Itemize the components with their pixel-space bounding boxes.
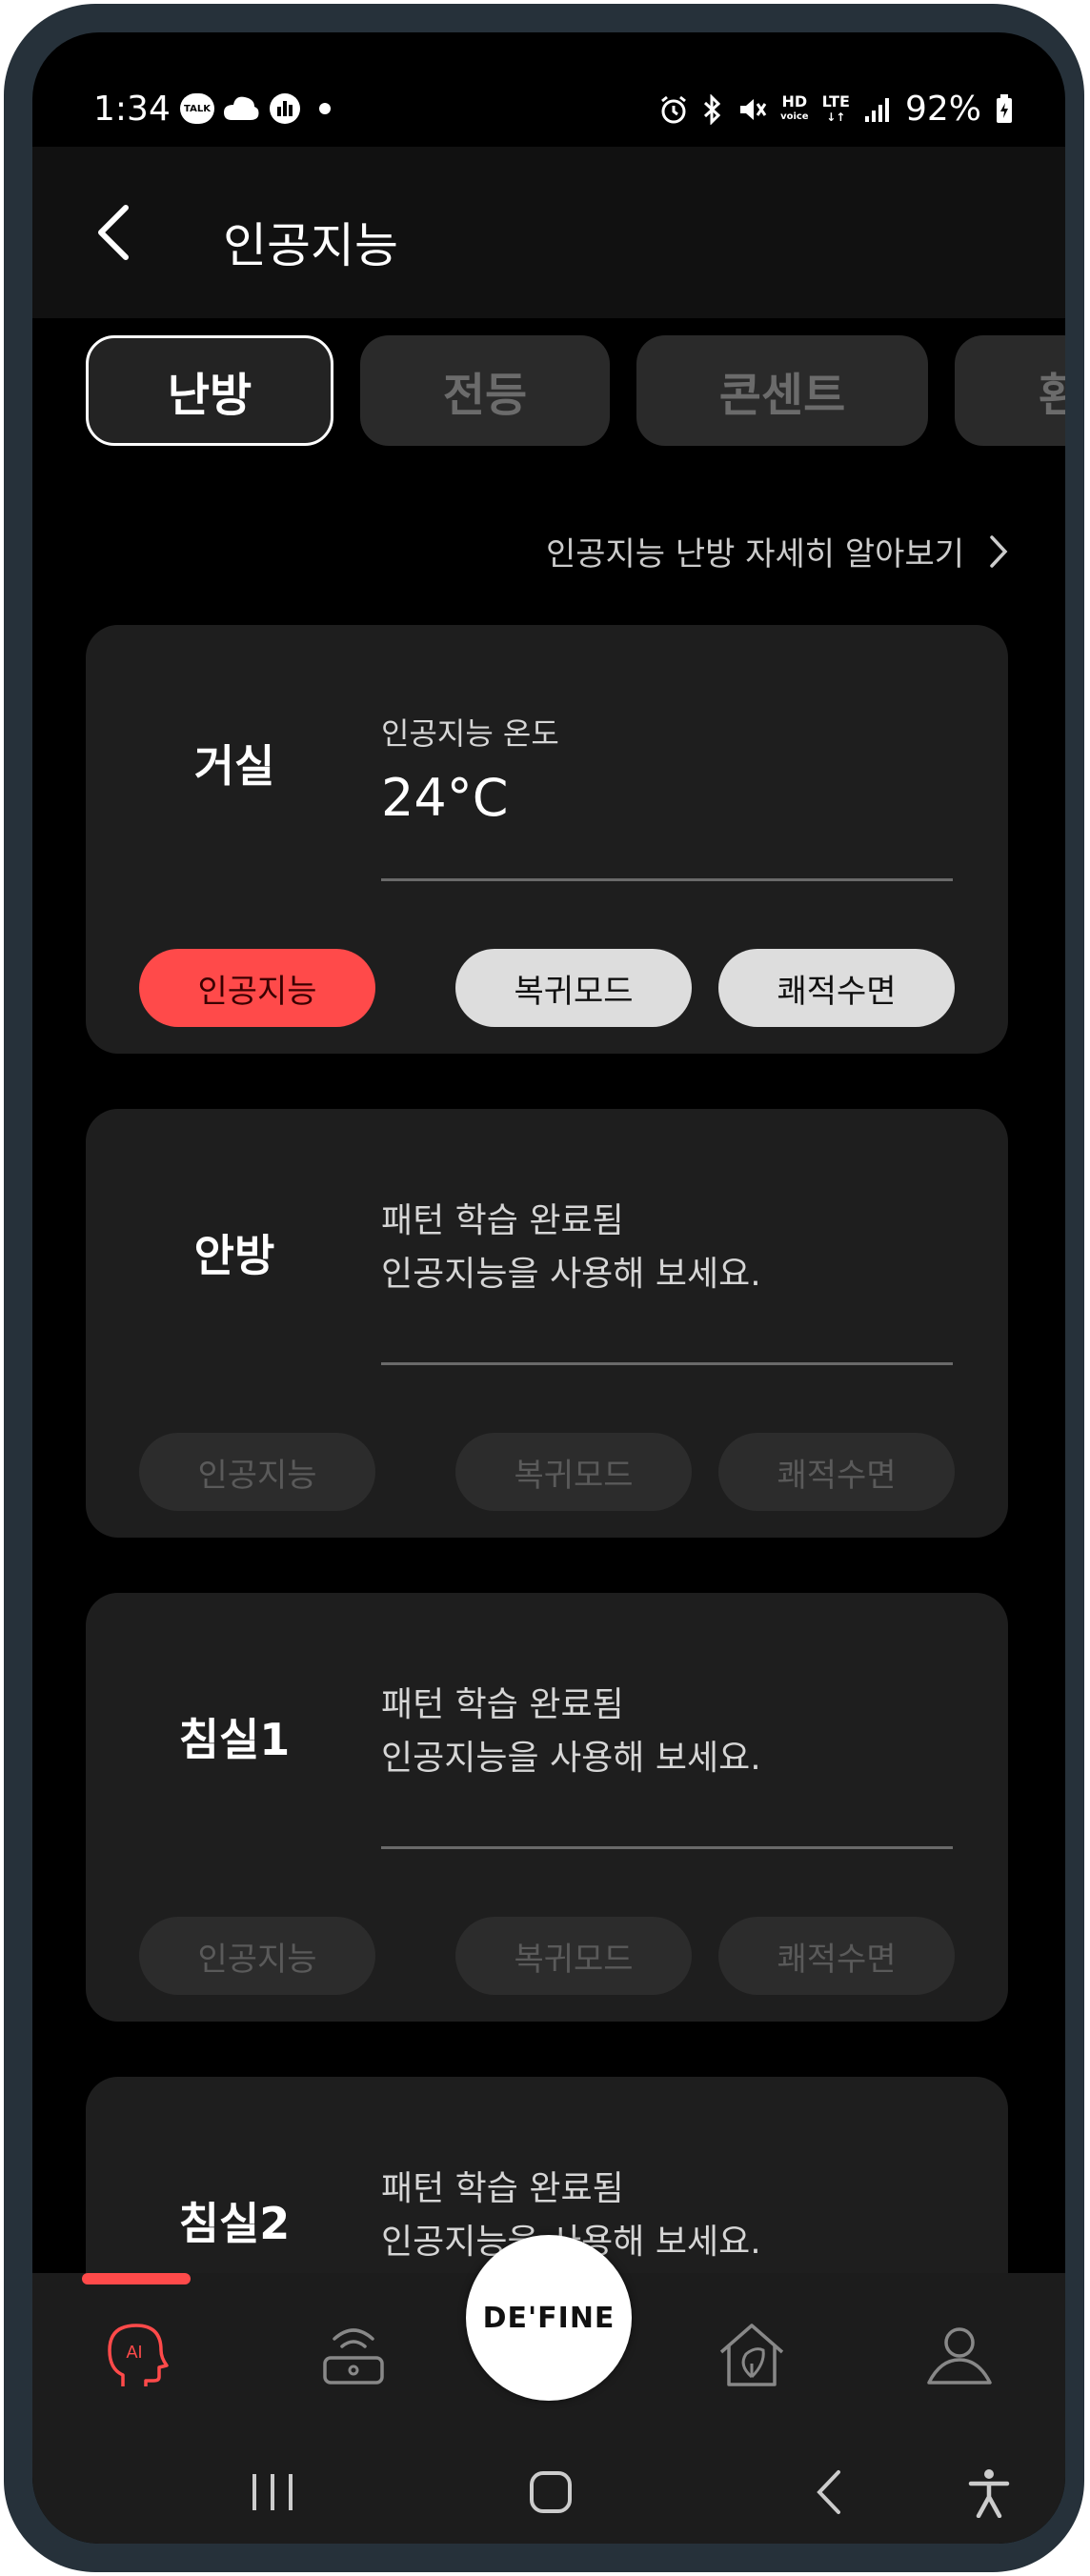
back-icon[interactable] [791,2454,867,2530]
signal-icon [864,97,889,122]
nav-ai[interactable]: AI [93,2311,179,2397]
hd-label: HD [781,91,808,111]
return-mode-button[interactable]: 복귀모드 [455,1917,692,1995]
hd-voice-icon: HD voice [780,91,809,125]
home-icon[interactable] [513,2454,589,2530]
nav-devices[interactable] [311,2311,396,2397]
return-mode-button[interactable]: 복귀모드 [455,949,692,1027]
mute-icon [740,98,767,120]
divider [381,1362,953,1365]
page-title: 인공지능 [223,218,398,273]
home-leaf-icon [719,2324,784,2386]
tab-lights[interactable]: 전등 [360,335,610,446]
divider [381,878,953,881]
chevron-right-icon [990,534,1008,568]
room-name: 침실1 [178,1714,291,1765]
back-arrow-icon[interactable] [86,204,143,261]
tab-outlets[interactable]: 콘센트 [636,335,928,446]
status-icons-right: HD voice LTE ↓↑ 92% [658,90,1014,129]
ai-label: AI [126,2343,142,2362]
recent-apps-icon[interactable] [234,2454,311,2530]
router-icon [323,2328,384,2385]
battery-icon [997,93,1012,123]
status-time: 1:34 [93,90,171,129]
more-notifications-dot [319,103,331,114]
comfort-sleep-button[interactable]: 쾌적수면 [718,1917,955,1995]
ai-temp-label: 인공지능 온도 [381,715,559,752]
status-line-1: 패턴 학습 완료됨 [381,1201,624,1240]
talk-label: TALK [184,103,211,114]
nav-home[interactable] [709,2311,795,2397]
status-line-1: 패턴 학습 완료됨 [381,2169,624,2208]
nav-active-indicator [82,2273,191,2284]
system-nav-bar [32,2435,1065,2544]
alarm-icon [661,95,686,123]
lte-label: LTE [821,91,850,111]
tab-ventilation[interactable]: 환 [955,335,1065,446]
learn-more-label: 인공지능 난방 자세히 알아보기 [545,535,964,574]
status-line-1: 패턴 학습 완료됨 [381,1685,624,1724]
app-header: 인공지능 [32,147,1065,318]
comfort-sleep-button[interactable]: 쾌적수면 [718,949,955,1027]
room-card-bedroom1: 침실1 패턴 학습 완료됨 인공지능을 사용해 보세요. 인공지능 복귀모드 쾌… [86,1593,1008,2022]
room-name: 거실 [193,740,275,792]
phone-frame: 1:34 TALK HD voice LTE ↓↑ 92% 인공지능 난방 전등 콘… [4,4,1084,2572]
voice-label: voice [780,111,809,122]
ai-mode-button[interactable]: 인공지능 [139,1433,375,1511]
room-card-living: 거실 인공지능 온도 24°C 인공지능 복귀모드 쾌적수면 [86,625,1008,1054]
divider [381,1846,953,1849]
talk-icon: TALK [180,93,214,124]
person-icon [927,2327,992,2385]
accessibility-icon[interactable] [951,2454,1027,2530]
ai-mode-button[interactable]: 인공지능 [139,1917,375,1995]
status-line-2: 인공지능을 사용해 보세요. [381,1255,761,1294]
room-name: 안방 [193,1230,275,1281]
battery-percent: 92% [904,90,981,129]
cloud-icon [224,96,259,120]
screen: 1:34 TALK HD voice LTE ↓↑ 92% 인공지능 난방 전등 콘… [32,32,1065,2544]
lte-icon: LTE ↓↑ [821,91,850,124]
ai-head-icon: AI [108,2324,169,2386]
tab-heating[interactable]: 난방 [86,335,333,446]
nav-profile[interactable] [917,2311,1002,2397]
room-card-master: 안방 패턴 학습 완료됨 인공지능을 사용해 보세요. 인공지능 복귀모드 쾌적… [86,1109,1008,1538]
category-tabs: 난방 전등 콘센트 환 [86,335,1065,450]
status-line-2: 인공지능을 사용해 보세요. [381,1739,761,1778]
bluetooth-icon [704,93,721,125]
ai-mode-button[interactable]: 인공지능 [139,949,375,1027]
learn-more-link[interactable]: 인공지능 난방 자세히 알아보기 [546,528,1008,574]
chart-bubble-icon [270,93,300,124]
comfort-sleep-button[interactable]: 쾌적수면 [718,1433,955,1511]
room-name: 침실2 [178,2198,291,2249]
notification-icons: TALK [180,91,331,126]
return-mode-button[interactable]: 복귀모드 [455,1433,692,1511]
status-bar: 1:34 TALK HD voice LTE ↓↑ 92% [32,32,1065,147]
define-logo-button[interactable]: DE'FINE [466,2235,632,2401]
ai-temperature: 24°C [381,768,509,828]
